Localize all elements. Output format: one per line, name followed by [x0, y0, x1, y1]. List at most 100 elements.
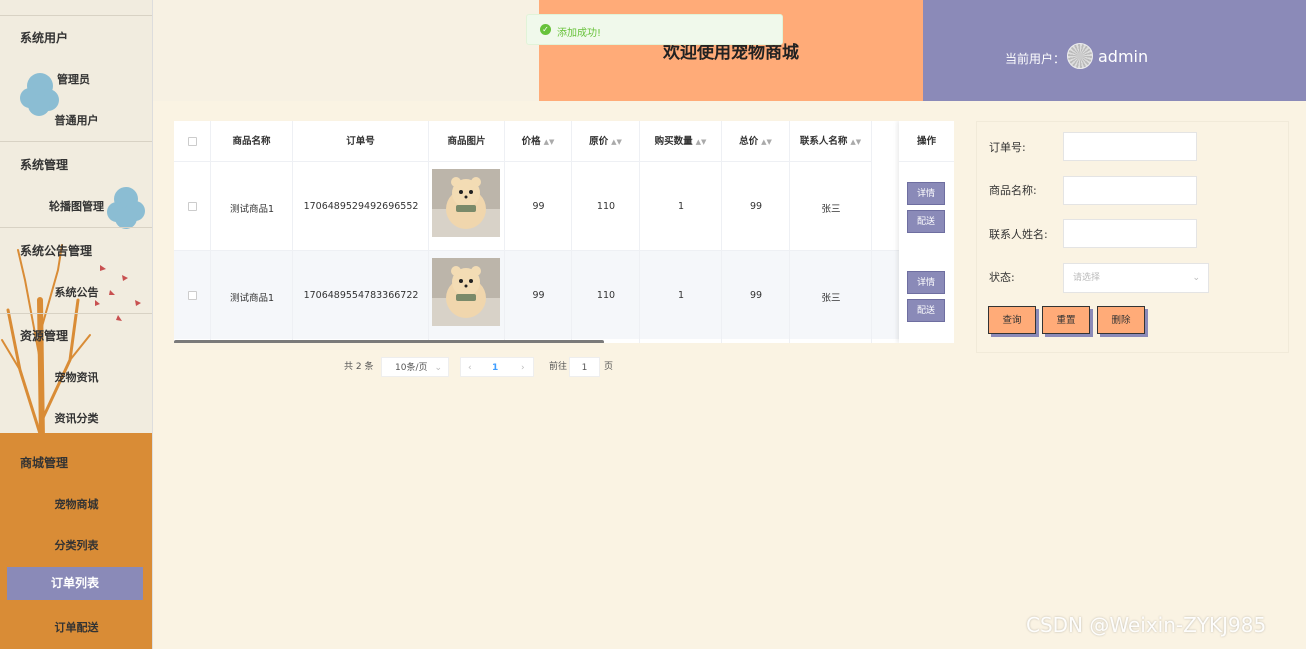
toast-message: 添加成功! — [557, 28, 602, 39]
pet-photo[interactable] — [432, 169, 500, 237]
order-no-label: 订单号: — [989, 141, 1026, 154]
header-original-price[interactable]: 原价 ▲▼ — [572, 121, 639, 162]
goto-page-value: 1 — [581, 363, 588, 373]
success-toast: ✓ 添加成功! — [526, 14, 783, 45]
cell-contact: 张三 — [821, 204, 841, 215]
select-all-checkbox[interactable] — [188, 137, 197, 146]
cell-product-name: 测试商品1 — [229, 204, 275, 215]
cell-quantity: 1 — [677, 201, 685, 212]
row-checkbox[interactable] — [188, 202, 197, 211]
header-cell — [174, 121, 210, 162]
product-name-input[interactable] — [1063, 176, 1197, 205]
sort-icon[interactable]: ▲▼ — [696, 122, 707, 163]
col-order-no: 订单号 1706489529492696552 1706489554783366… — [293, 121, 429, 343]
detail-button[interactable]: 详情 — [907, 271, 945, 294]
menu-item-order-delivery[interactable]: 订单配送 — [0, 619, 152, 635]
col-total: 总价 ▲▼ 99 99 — [722, 121, 790, 343]
pagination-controls: ‹ 1 › — [460, 357, 534, 377]
menu-item-pet-news[interactable]: 宠物资讯 — [0, 369, 152, 385]
menu-item-order-list[interactable]: 订单列表 — [7, 567, 143, 600]
header-total[interactable]: 总价 ▲▼ — [722, 121, 789, 162]
group-title-resources[interactable]: 资源管理 — [20, 327, 68, 344]
sort-icon[interactable]: ▲▼ — [611, 122, 622, 163]
detail-button[interactable]: 详情 — [907, 182, 945, 205]
status-label: 状态: — [989, 271, 1015, 284]
col-select — [174, 121, 211, 343]
reset-button[interactable]: 重置 — [1042, 306, 1090, 334]
delete-button[interactable]: 删除 — [1097, 306, 1145, 334]
order-no-input[interactable] — [1063, 132, 1197, 161]
header-total-label: 总价 — [739, 136, 759, 147]
query-button[interactable]: 查询 — [988, 306, 1036, 334]
group-title-mall[interactable]: 商城管理 — [20, 454, 68, 471]
pet-photo[interactable] — [432, 258, 500, 326]
current-page[interactable]: 1 — [492, 358, 498, 378]
cell-original-price: 110 — [596, 201, 616, 212]
divider — [0, 141, 152, 142]
menu-item-admins[interactable]: 管理员 — [0, 71, 150, 87]
goto-page-input[interactable]: 1 — [569, 357, 600, 377]
chevron-down-icon: ⌄ — [1192, 273, 1200, 283]
menu-item-announcement[interactable]: 系统公告 — [0, 284, 152, 300]
cell-total: 99 — [749, 201, 763, 212]
horizontal-scrollbar[interactable] — [174, 340, 604, 343]
prev-page-icon[interactable]: ‹ — [468, 358, 472, 378]
deliver-button[interactable]: 配送 — [907, 299, 945, 322]
header-actions: 操作 — [899, 121, 954, 162]
col-quantity: 购买数量 ▲▼ 1 1 — [640, 121, 722, 343]
group-title-announcements[interactable]: 系统公告管理 — [20, 242, 92, 259]
menu-item-pet-mall[interactable]: 宠物商城 — [0, 496, 152, 512]
header-product-name: 商品名称 — [211, 121, 292, 162]
current-user-label: 当前用户： — [1005, 52, 1066, 66]
header-contact[interactable]: 联系人名称 ▲▼ — [790, 121, 871, 162]
page-size-value: 10条/页 — [395, 363, 428, 373]
cell-quantity: 1 — [677, 290, 685, 301]
contact-name-label: 联系人姓名: — [989, 228, 1048, 241]
cell-price: 99 — [532, 290, 545, 301]
chevron-down-icon: ⌄ — [434, 363, 442, 373]
group-title-system-management[interactable]: 系统管理 — [20, 156, 68, 173]
cell-original-price: 110 — [596, 290, 616, 301]
page-suffix: 页 — [604, 362, 614, 372]
col-contact: 联系人名称 ▲▼ 张三 张三 — [790, 121, 872, 343]
col-actions: 操作 详情 配送 详情 配送 — [899, 121, 954, 343]
header-price[interactable]: 价格 ▲▼ — [505, 121, 571, 162]
pagination-total: 共 2 条 — [344, 362, 374, 372]
goto-label: 前往 — [549, 362, 568, 372]
next-page-icon[interactable]: › — [521, 358, 525, 378]
menu-item-category-list[interactable]: 分类列表 — [0, 537, 152, 553]
header-quantity[interactable]: 购买数量 ▲▼ — [640, 121, 721, 162]
sort-icon[interactable]: ▲▼ — [761, 122, 772, 163]
check-circle-icon: ✓ — [540, 24, 551, 35]
status-placeholder: 请选择 — [1073, 273, 1101, 283]
contact-name-input[interactable] — [1063, 219, 1197, 248]
group-title-system-users[interactable]: 系统用户 — [20, 29, 68, 46]
cell-order-no: 1706489529492696552 — [303, 201, 419, 212]
menu-item-news-category[interactable]: 资讯分类 — [0, 410, 152, 426]
orders-table: 商品名称 测试商品1 测试商品1 订单号 1706489529492696552… — [174, 121, 954, 343]
menu-item-carousel[interactable]: 轮播图管理 — [0, 198, 152, 214]
sidebar: 系统用户 管理员 普通用户 系统管理 轮播图管理 系统公告管理 系统公告 资源管… — [0, 0, 153, 649]
user-panel: 当前用户： admin — [923, 0, 1306, 101]
status-select[interactable]: 请选择 ⌄ — [1063, 263, 1209, 293]
sort-icon[interactable]: ▲▼ — [850, 122, 861, 163]
product-name-label: 商品名称: — [989, 184, 1037, 197]
col-original-price: 原价 ▲▼ 110 110 — [572, 121, 640, 343]
watermark: CSDN @Weixin-ZYKJ985 — [1026, 613, 1267, 637]
cell-price: 99 — [532, 201, 545, 212]
menu-item-regular-users[interactable]: 普通用户 — [0, 112, 152, 128]
header-price-label: 价格 — [521, 136, 541, 147]
row-checkbox[interactable] — [188, 291, 197, 300]
deliver-button[interactable]: 配送 — [907, 210, 945, 233]
sort-icon[interactable]: ▲▼ — [544, 122, 555, 163]
col-product-name: 商品名称 测试商品1 测试商品1 — [211, 121, 293, 343]
cell-product-name: 测试商品1 — [229, 293, 275, 304]
header-left — [153, 0, 539, 101]
header-quantity-label: 购买数量 — [654, 136, 693, 147]
divider — [0, 227, 152, 228]
avatar[interactable] — [1067, 43, 1093, 69]
username[interactable]: admin — [1098, 47, 1148, 66]
page-size-select[interactable]: 10条/页 ⌄ — [381, 357, 449, 377]
cell-total: 99 — [749, 290, 763, 301]
cell-order-no: 1706489554783366722 — [303, 290, 419, 301]
